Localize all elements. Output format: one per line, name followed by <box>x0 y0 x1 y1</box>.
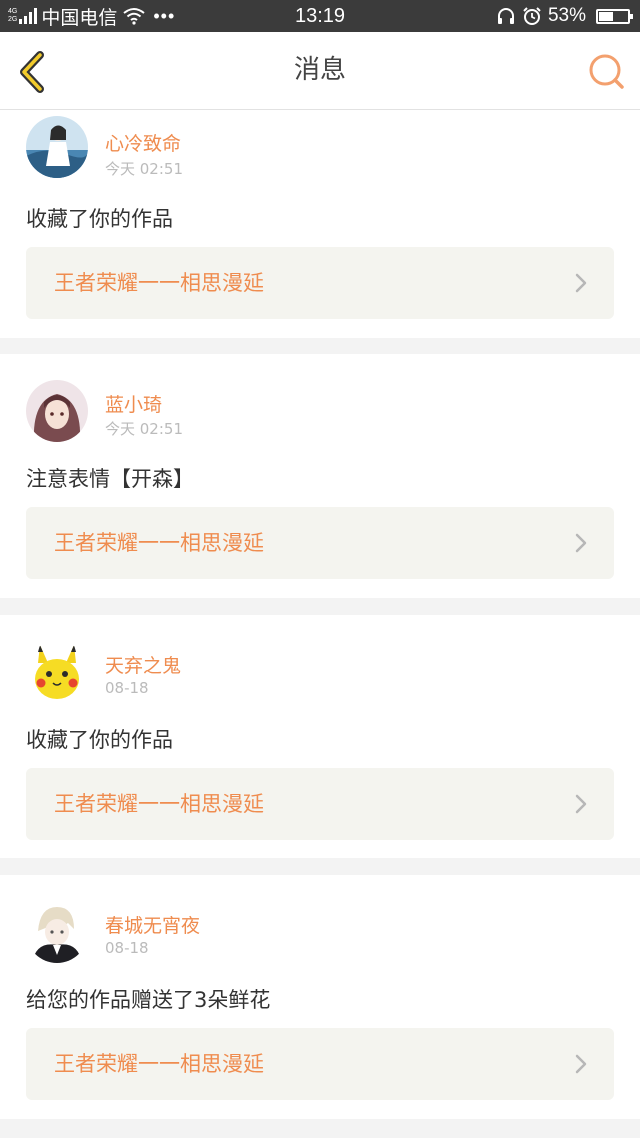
chevron-right-icon <box>575 533 587 553</box>
work-title: 王者荣耀一一相思漫延 <box>54 531 264 555</box>
timestamp: 今天 02:51 <box>105 420 183 438</box>
username[interactable]: 天弃之鬼 <box>105 651 181 678</box>
message-card: 天弃之鬼 08-18 收藏了你的作品 王者荣耀一一相思漫延 <box>0 615 640 858</box>
search-button[interactable] <box>586 52 626 92</box>
timestamp: 08-18 <box>105 679 149 697</box>
chevron-right-icon <box>575 794 587 814</box>
avatar[interactable] <box>26 380 88 442</box>
avatar[interactable] <box>26 116 88 178</box>
search-icon <box>589 54 624 89</box>
avatar[interactable] <box>26 641 88 703</box>
message-card: 蓝小琦 今天 02:51 注意表情【开森】 王者荣耀一一相思漫延 <box>0 354 640 598</box>
message-text: 给您的作品赠送了3朵鲜花 <box>26 988 271 1012</box>
status-bar: 4G 2G 中国电信 ••• 13:19 53% <box>0 0 640 32</box>
work-link[interactable]: 王者荣耀一一相思漫延 <box>26 247 614 319</box>
username[interactable]: 蓝小琦 <box>105 390 162 417</box>
work-link[interactable]: 王者荣耀一一相思漫延 <box>26 1028 614 1100</box>
work-title: 王者荣耀一一相思漫延 <box>54 271 264 295</box>
timestamp: 今天 02:51 <box>105 160 183 178</box>
work-title: 王者荣耀一一相思漫延 <box>54 792 264 816</box>
message-text: 收藏了你的作品 <box>26 207 173 231</box>
username[interactable]: 心冷致命 <box>105 129 181 156</box>
chevron-right-icon <box>575 273 587 293</box>
timestamp: 08-18 <box>105 939 149 957</box>
message-card: 心冷致命 今天 02:51 收藏了你的作品 王者荣耀一一相思漫延 <box>0 110 640 338</box>
work-link[interactable]: 王者荣耀一一相思漫延 <box>26 768 614 840</box>
chevron-right-icon <box>575 1054 587 1074</box>
work-title: 王者荣耀一一相思漫延 <box>54 1052 264 1076</box>
message-card: 春城无宵夜 08-18 给您的作品赠送了3朵鲜花 王者荣耀一一相思漫延 <box>0 875 640 1119</box>
message-text: 注意表情【开森】 <box>26 467 194 491</box>
avatar[interactable] <box>26 901 88 963</box>
page-title: 消息 <box>293 55 346 85</box>
work-link[interactable]: 王者荣耀一一相思漫延 <box>26 507 614 579</box>
battery-icon <box>596 8 633 24</box>
message-text: 收藏了你的作品 <box>26 728 173 752</box>
header: 消息 <box>0 32 640 110</box>
battery-percent: 53% <box>547 5 586 26</box>
headset-icon <box>497 8 514 24</box>
username[interactable]: 春城无宵夜 <box>105 911 200 938</box>
alarm-icon <box>523 7 541 25</box>
